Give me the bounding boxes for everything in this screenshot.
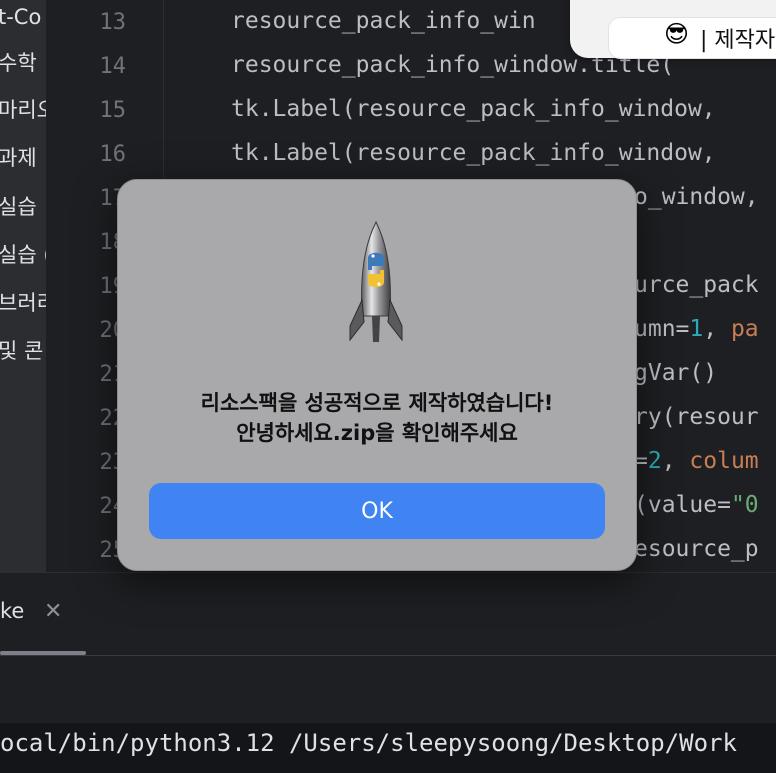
ok-button[interactable]: OK — [149, 483, 605, 539]
line-number: 14 — [99, 54, 127, 79]
code-text: , — [703, 316, 731, 342]
run-tab-label[interactable]: ke — [0, 599, 24, 623]
code-line[interactable]: tk.Label(resource_pack_info_window, — [231, 96, 716, 122]
code-line[interactable]: ry(resour — [634, 404, 759, 430]
python-launcher-rocket-icon — [349, 220, 403, 342]
sidebar-item[interactable]: 과제 — [0, 143, 37, 173]
code-text: tk.Label(resource_pack_info_window, — [231, 96, 716, 122]
code-line[interactable]: urce_pack — [634, 272, 759, 298]
line-number: 16 — [99, 142, 127, 167]
code-text: o_window, — [634, 184, 759, 210]
code-line[interactable]: tk.Label(resource_pack_info_window, — [231, 140, 716, 166]
code-line[interactable]: resource_pack_info_win — [231, 8, 536, 34]
dialog-message-line: 리소스팩을 성공적으로 제작하였습니다! — [200, 391, 554, 415]
sidebar-item[interactable]: 마리오 — [0, 95, 46, 125]
code-param: pa — [730, 316, 759, 342]
sidebar-item[interactable]: 및 콘 — [0, 336, 43, 366]
code-text: umn= — [634, 316, 690, 342]
tab-divider — [0, 655, 776, 656]
sidebar-item[interactable]: t-Co — [0, 2, 41, 32]
code-text: tk.Label(resource_pack_info_window, — [231, 140, 716, 166]
code-line[interactable]: umn=1, pa — [634, 316, 759, 342]
notification-text: | 제작자 — [700, 28, 776, 53]
code-param: colum — [689, 448, 759, 474]
code-string: "0 — [730, 492, 759, 518]
code-line[interactable]: o_window, — [634, 184, 759, 210]
sidebar-item[interactable]: 실습 — [0, 192, 37, 222]
project-sidebar: t-Co 수학 마리오 과제 실습 실습 ( 브러리 및 콘 — [0, 0, 46, 572]
code-line[interactable]: gVar() — [634, 360, 717, 386]
code-line[interactable]: esource_p — [634, 536, 759, 562]
code-text: ry(resour — [634, 404, 759, 430]
dialog-message: 리소스팩을 성공적으로 제작하였습니다! 안녕하세요.zip을 확인해주세요 — [118, 388, 636, 448]
code-line[interactable]: (value="0 — [634, 492, 759, 518]
line-number: 15 — [99, 98, 127, 123]
console-command-line: ocal/bin/python3.12 /Users/sleepysoong/D… — [0, 729, 737, 757]
code-text: urce_pack — [634, 272, 759, 298]
code-text: esource_p — [634, 536, 759, 562]
code-number: 1 — [689, 316, 704, 342]
run-tool-window: ke ✕ ocal/bin/python3.12 /Users/sleepyso… — [0, 572, 776, 773]
sidebar-item[interactable]: 브러리 — [0, 288, 46, 318]
sidebar-item[interactable]: 실습 ( — [0, 240, 46, 270]
code-line[interactable]: =2, colum — [634, 448, 759, 474]
dialog-message-line: 안녕하세요.zip을 확인해주세요 — [236, 421, 518, 445]
line-number: 13 — [99, 10, 127, 35]
code-number: 2 — [647, 448, 662, 474]
code-text: resource_pack_info_win — [231, 8, 536, 34]
sidebar-item[interactable]: 수학 — [0, 48, 37, 78]
code-text: gVar() — [634, 360, 718, 386]
code-text: , — [661, 448, 690, 474]
code-text: (value= — [634, 492, 731, 518]
sunglasses-emoji-icon: 😎 — [664, 20, 690, 48]
close-icon[interactable]: ✕ — [44, 599, 62, 624]
alert-dialog: 리소스팩을 성공적으로 제작하였습니다! 안녕하세요.zip을 확인해주세요 O… — [117, 179, 637, 571]
